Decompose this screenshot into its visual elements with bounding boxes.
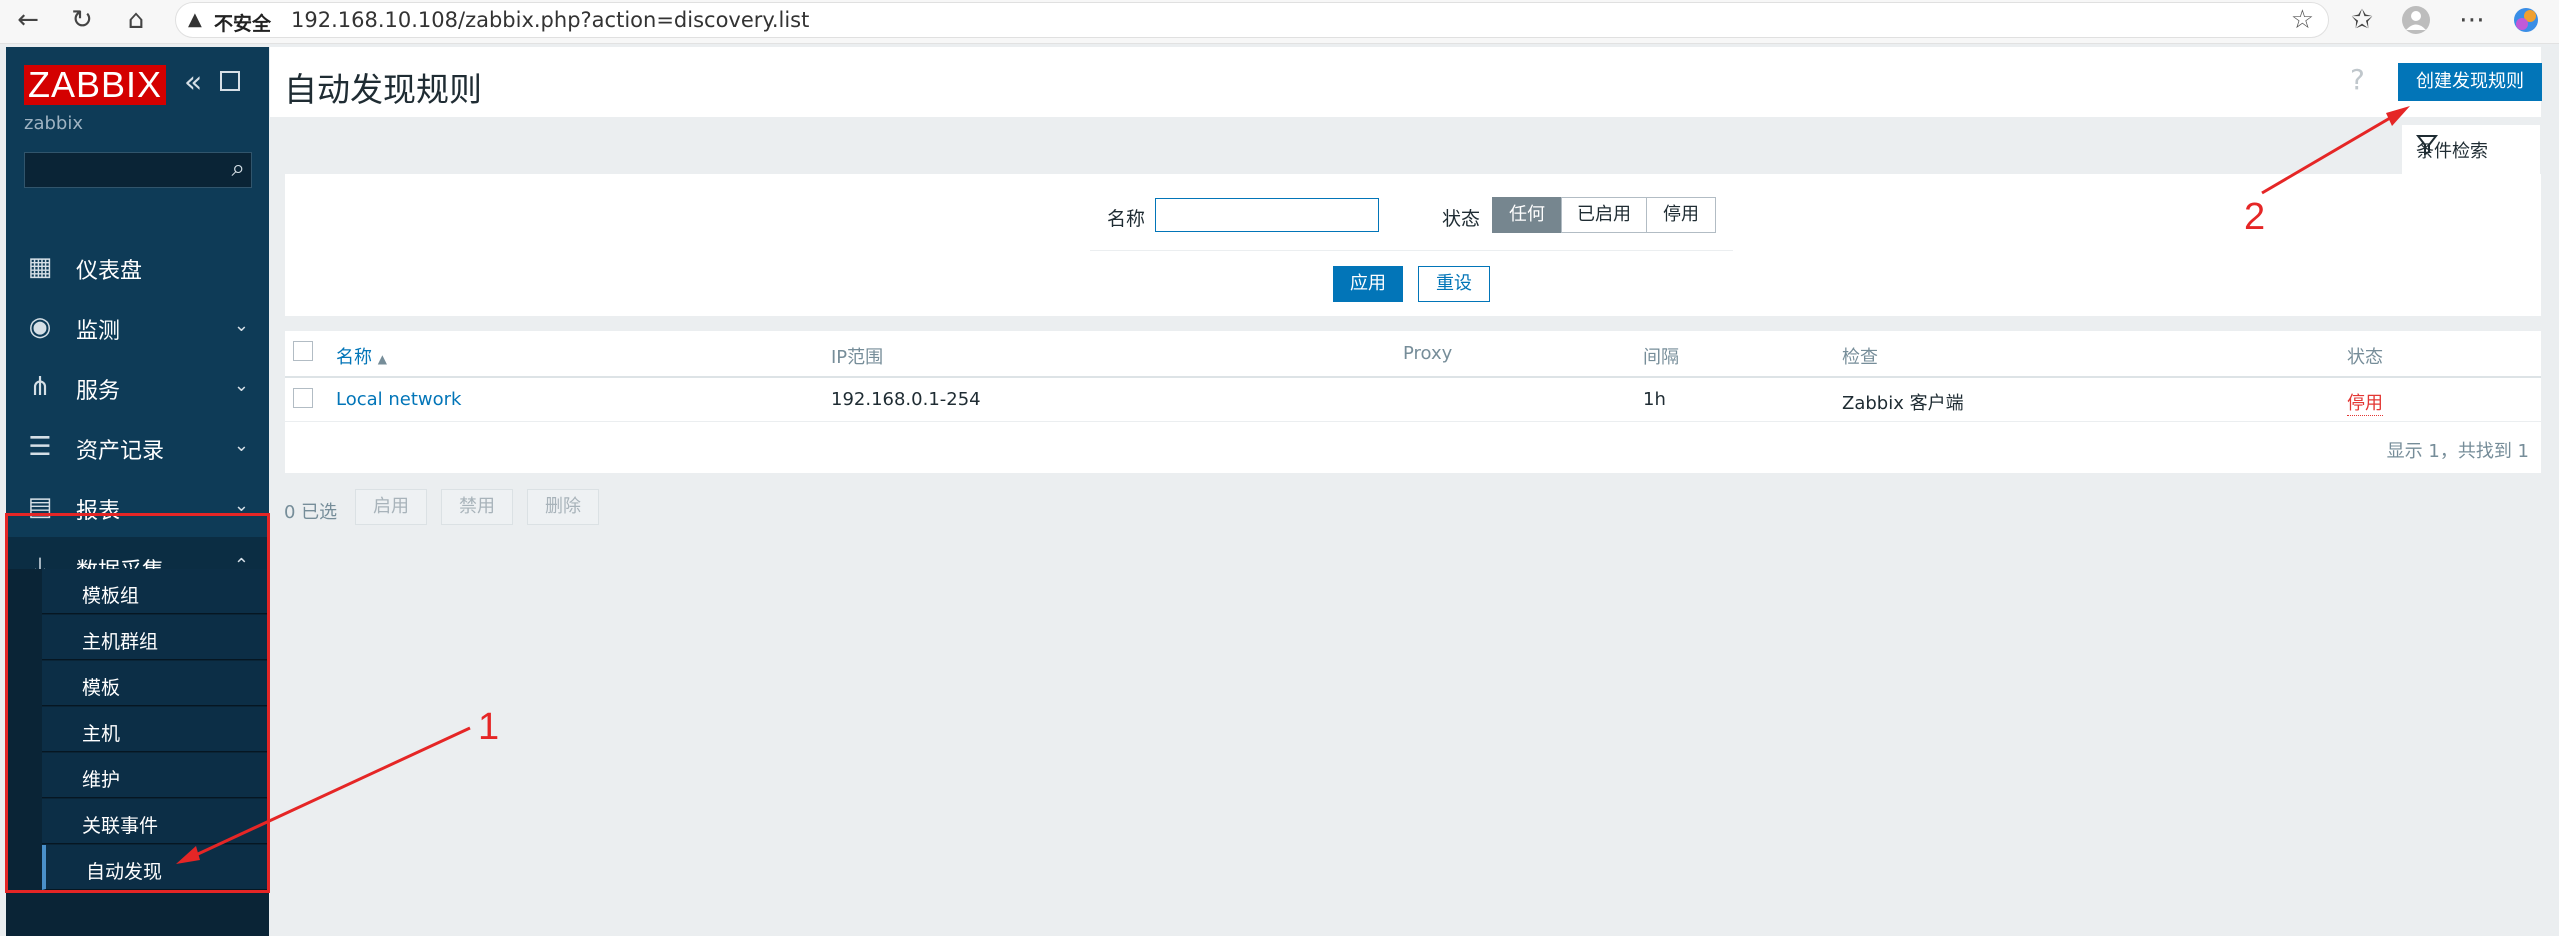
annotation-label-2: 2	[2244, 196, 2266, 238]
annotation-label-1: 1	[478, 706, 500, 748]
annotation-arrows	[176, 106, 2410, 864]
